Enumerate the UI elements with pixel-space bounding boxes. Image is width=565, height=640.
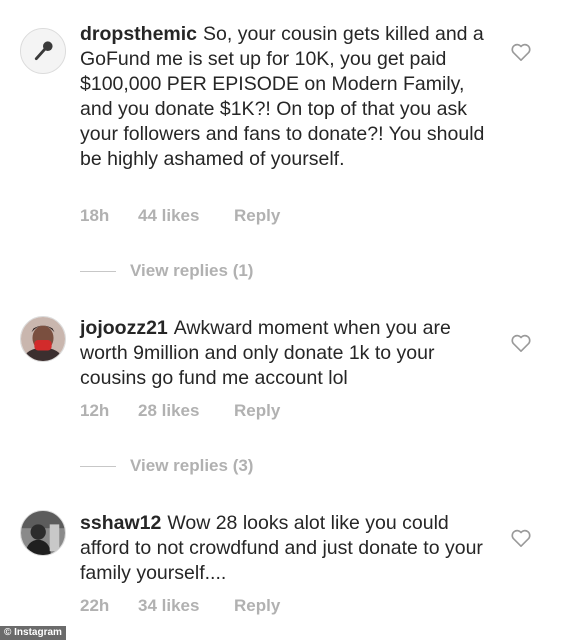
comment-likes[interactable]: 28 likes [138, 401, 234, 421]
like-heart-icon[interactable] [510, 42, 532, 62]
comment-likes[interactable]: 34 likes [138, 596, 234, 616]
profile-photo [21, 511, 65, 555]
avatar[interactable] [20, 510, 66, 556]
instagram-watermark: © Instagram [0, 626, 66, 640]
reply-button[interactable]: Reply [234, 596, 280, 616]
view-replies-button[interactable]: View replies (1) [80, 261, 253, 281]
comment-time: 12h [80, 401, 110, 420]
comment-text: So, your cousin gets killed and a GoFund… [80, 23, 485, 170]
view-replies-button[interactable]: View replies (3) [80, 456, 253, 476]
comment-meta: 12h 28 likes Reply [80, 401, 280, 421]
divider-line [80, 271, 116, 273]
view-replies-label: View replies (1) [130, 261, 254, 280]
microphone-icon [21, 29, 65, 73]
comment-time: 22h [80, 596, 110, 615]
avatar[interactable] [20, 316, 66, 362]
comment-username[interactable]: jojoozz21 [80, 317, 168, 339]
comment-username[interactable]: sshaw12 [80, 512, 161, 534]
comment-meta: 22h 34 likes Reply [80, 596, 280, 616]
comment-meta: 18h 44 likes Reply [80, 206, 280, 226]
reply-button[interactable]: Reply [234, 401, 280, 421]
avatar[interactable] [20, 28, 66, 74]
divider-line [80, 466, 116, 468]
like-heart-icon[interactable] [510, 333, 532, 353]
like-heart-icon[interactable] [510, 528, 532, 548]
comment-username[interactable]: dropsthemic [80, 23, 197, 45]
comment-likes[interactable]: 44 likes [138, 206, 234, 226]
profile-photo [21, 317, 65, 361]
comment-text-block: dropsthemic So, your cousin gets killed a… [80, 22, 500, 172]
comment-text-block: sshaw12 Wow 28 looks alot like you could … [80, 511, 500, 586]
view-replies-label: View replies (3) [130, 456, 254, 475]
comment-time: 18h [80, 206, 110, 225]
reply-button[interactable]: Reply [234, 206, 280, 226]
comment-text-block: jojoozz21 Awkward moment when you are wor… [80, 316, 500, 391]
